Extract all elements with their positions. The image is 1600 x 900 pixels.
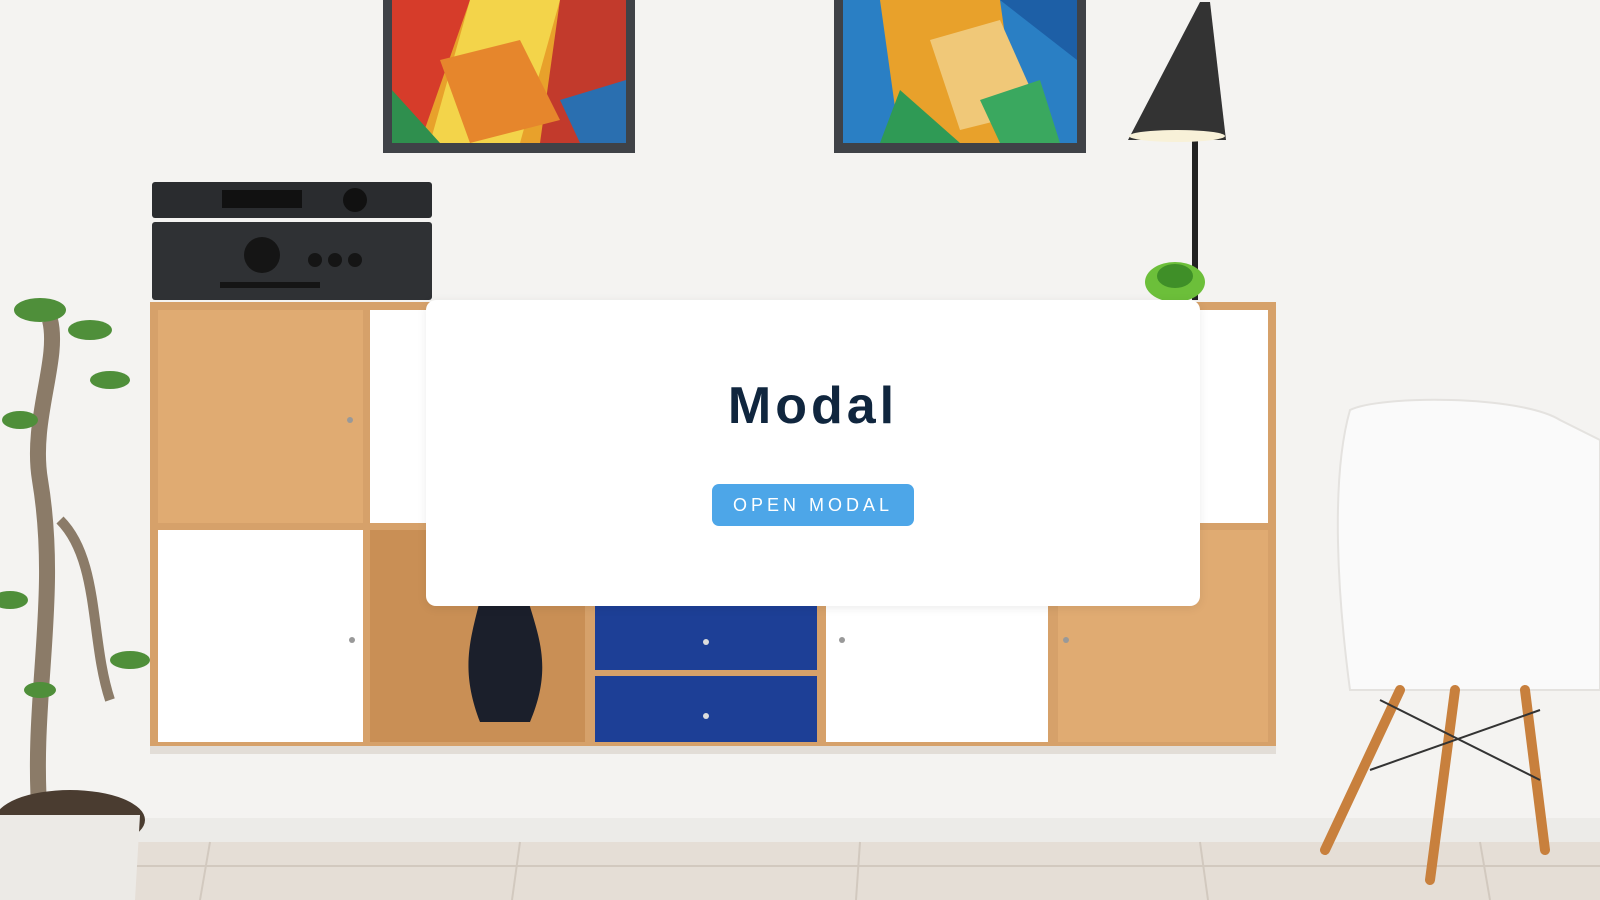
modal-card: Modal OPEN MODAL [426, 300, 1200, 606]
open-modal-button[interactable]: OPEN MODAL [712, 484, 914, 526]
modal-title: Modal [727, 377, 899, 435]
